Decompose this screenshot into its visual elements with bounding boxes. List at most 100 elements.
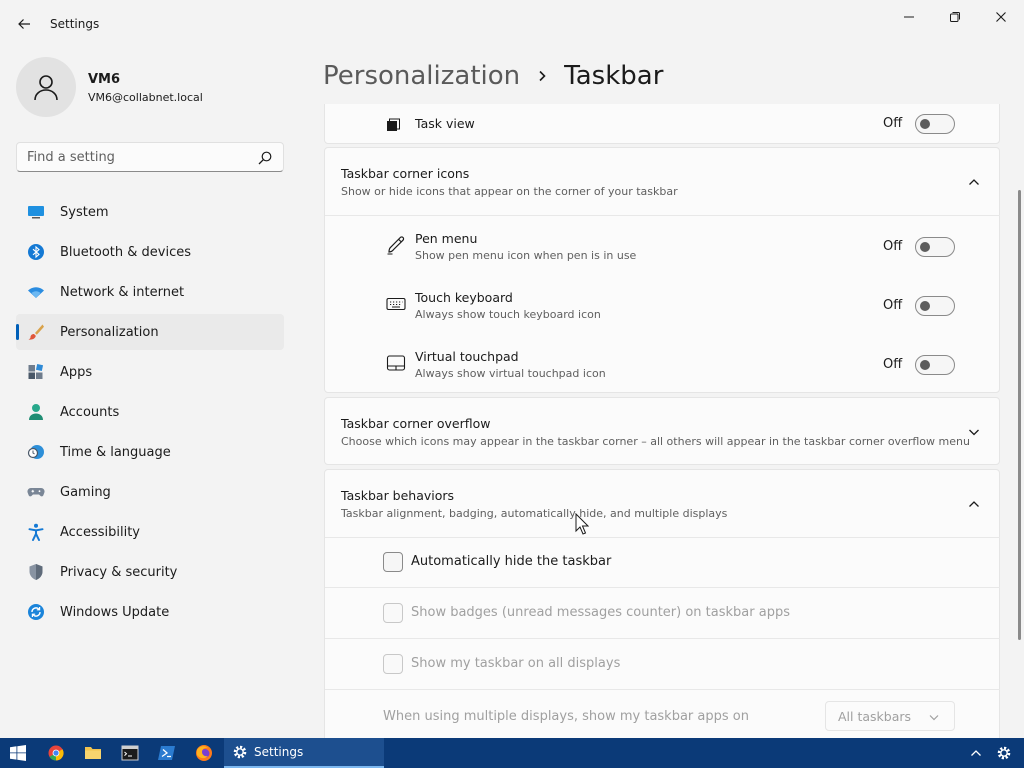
touchpad-icon [385,352,407,374]
powershell-icon [158,746,175,760]
restore-icon [950,12,960,22]
corner-overflow-header: Taskbar corner overflow Choose which ico… [341,416,970,448]
sidebar-item-privacy[interactable]: Privacy & security [16,554,284,590]
firefox-icon [196,745,212,761]
pen-menu-toggle[interactable] [915,237,955,257]
sidebar-item-apps[interactable]: Apps [16,354,284,390]
corner-icons-header[interactable]: Taskbar corner icons Show or hide icons … [341,166,678,198]
sidebar-item-label: Gaming [60,484,111,500]
settings-gear-icon [233,745,247,759]
task-view-icon [381,115,403,137]
sidebar-item-personalization[interactable]: Personalization [16,314,284,350]
chevron-down-icon[interactable] [967,425,981,439]
all-displays-label: Show my taskbar on all displays [411,656,621,671]
corner-icons-card: Taskbar corner icons Show or hide icons … [324,147,1000,393]
taskbar-firefox[interactable] [186,738,222,768]
terminal-icon [121,745,139,761]
multi-display-label: When using multiple displays, show my ta… [383,709,749,724]
taskbar-file-explorer[interactable] [75,738,111,768]
taskbar: Settings [0,738,1024,768]
corner-overflow-subtitle: Choose which icons may appear in the tas… [341,435,970,448]
chevron-up-icon [971,750,981,756]
sidebar-item-label: Accounts [60,404,120,420]
touch-keyboard-title: Touch keyboard [415,290,513,305]
divider [325,638,1000,639]
search-icon [258,151,272,165]
close-button[interactable] [978,4,1024,30]
person-icon [27,403,45,421]
close-icon [996,12,1006,22]
sidebar-item-time-language[interactable]: Time & language [16,434,284,470]
divider [325,689,1000,690]
sidebar-item-label: Network & internet [60,284,185,300]
virtual-touchpad-state: Off [883,357,903,372]
pen-menu-state: Off [883,239,903,254]
breadcrumb-parent[interactable]: Personalization [323,61,520,91]
corner-icons-title: Taskbar corner icons [341,166,470,181]
maximize-button[interactable] [932,4,978,30]
avatar[interactable] [16,57,76,117]
behaviors-title: Taskbar behaviors [341,488,455,503]
sidebar-item-accounts[interactable]: Accounts [16,394,284,430]
taskbar-powershell[interactable] [149,738,185,768]
brush-icon [27,323,45,341]
search-input[interactable]: Find a setting [16,142,284,172]
clock-globe-icon [27,443,45,461]
virtual-touchpad-toggle[interactable] [915,355,955,375]
multi-display-dropdown[interactable]: All taskbars [825,701,955,731]
search-placeholder: Find a setting [27,150,115,165]
behaviors-card: Taskbar behaviors Taskbar alignment, bad… [324,469,1000,738]
chevron-down-icon [929,715,939,721]
show-badges-checkbox[interactable] [383,603,403,623]
chevron-up-icon[interactable] [967,175,981,189]
wifi-icon [27,283,45,301]
behaviors-header[interactable]: Taskbar behaviors Taskbar alignment, bad… [341,488,727,520]
touch-keyboard-subtitle: Always show touch keyboard icon [415,308,601,321]
update-icon [27,603,45,621]
divider [325,537,1000,538]
sidebar-item-windows-update[interactable]: Windows Update [16,594,284,630]
chevron-up-icon[interactable] [967,497,981,511]
sidebar-item-network[interactable]: Network & internet [16,274,284,310]
task-view-state: Off [883,116,903,131]
sidebar-item-label: Privacy & security [60,564,178,580]
corner-overflow-card[interactable]: Taskbar corner overflow Choose which ico… [324,397,1000,465]
user-email: VM6@collabnet.local [88,91,203,104]
arrow-left-icon [18,19,30,29]
sidebar-item-system[interactable]: System [16,194,284,230]
sidebar-item-label: Accessibility [60,524,140,540]
multi-display-value: All taskbars [838,709,912,724]
user-name: VM6 [88,72,121,87]
divider [325,587,1000,588]
sidebar-item-bluetooth[interactable]: Bluetooth & devices [16,234,284,270]
divider [325,215,1000,216]
virtual-touchpad-title: Virtual touchpad [415,349,519,364]
show-badges-label: Show badges (unread messages counter) on… [411,605,790,620]
auto-hide-checkbox[interactable] [383,552,403,572]
minimize-button[interactable] [886,4,932,30]
back-button[interactable] [8,10,40,38]
sidebar-item-accessibility[interactable]: Accessibility [16,514,284,550]
virtual-touchpad-subtitle: Always show virtual touchpad icon [415,367,606,380]
shield-icon [27,563,45,581]
tray-settings-button[interactable] [986,738,1022,768]
chrome-icon [48,745,64,761]
scrollbar-thumb[interactable] [1018,190,1021,640]
touch-keyboard-toggle[interactable] [915,296,955,316]
pen-menu-subtitle: Show pen menu icon when pen is in use [415,249,637,262]
all-displays-checkbox[interactable] [383,654,403,674]
app-title: Settings [50,17,100,31]
corner-overflow-title: Taskbar corner overflow [341,416,491,431]
sidebar-item-gaming[interactable]: Gaming [16,474,284,510]
start-button[interactable] [0,738,36,768]
page-title: Taskbar [564,61,664,91]
accessibility-icon [27,523,45,541]
task-view-toggle[interactable] [915,114,955,134]
taskbar-terminal[interactable] [112,738,148,768]
sidebar-item-label: Bluetooth & devices [60,244,191,260]
taskbar-chrome[interactable] [38,738,74,768]
taskbar-settings-app[interactable]: Settings [224,738,384,768]
windows-start-icon [10,745,26,761]
user-icon [34,75,58,101]
minimize-icon [904,16,914,18]
